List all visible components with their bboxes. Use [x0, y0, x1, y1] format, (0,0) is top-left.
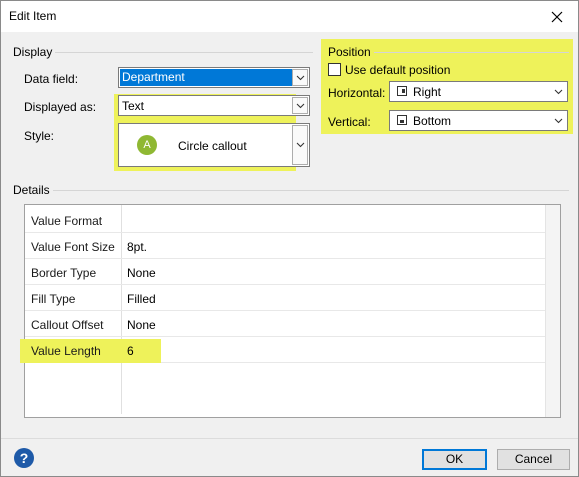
- align-right-icon: [397, 86, 407, 96]
- use-default-position-checkbox[interactable]: [328, 63, 341, 76]
- property-value: Filled: [127, 292, 156, 306]
- chevron-down-icon: [296, 103, 304, 108]
- align-bottom-icon: [397, 115, 407, 125]
- displayed-as-combo[interactable]: Text: [118, 95, 310, 116]
- data-field-value: Department: [120, 69, 292, 86]
- data-field-label: Data field:: [24, 72, 79, 86]
- help-button[interactable]: ?: [14, 448, 34, 468]
- chevron-down-icon: [296, 75, 304, 80]
- grid-scrollbar[interactable]: [545, 205, 560, 417]
- grid-row-value-length[interactable]: Value Length 6: [20, 337, 546, 363]
- close-button[interactable]: [542, 2, 572, 31]
- chevron-down-icon: [554, 118, 562, 123]
- style-dropdown-button[interactable]: [292, 125, 308, 165]
- property-value: None: [127, 266, 156, 280]
- vertical-value: Bottom: [413, 114, 452, 128]
- horizontal-dropdown-button[interactable]: [550, 83, 566, 100]
- vertical-dropdown-button[interactable]: [550, 112, 566, 129]
- property-value: 8pt.: [127, 240, 148, 254]
- chevron-down-icon: [296, 142, 304, 148]
- display-group-label: Display: [13, 45, 53, 59]
- chevron-down-icon: [554, 89, 562, 94]
- property-name: Value Format: [31, 214, 103, 228]
- details-grid: Value Format Value Font Size 8pt. Border…: [20, 204, 561, 418]
- horizontal-label: Horizontal:: [328, 86, 386, 100]
- position-group-label: Position: [328, 45, 371, 59]
- grid-row-fill-type[interactable]: Fill Type Filled: [25, 285, 546, 311]
- displayed-as-value: Text: [122, 99, 145, 113]
- edit-item-dialog: Edit Item Display Data field: Department…: [0, 0, 579, 477]
- ok-button[interactable]: OK: [422, 449, 487, 470]
- footer-divider: [1, 438, 578, 439]
- grid-row-value-format[interactable]: Value Format: [25, 207, 546, 233]
- title-bar: Edit Item: [1, 1, 578, 32]
- details-group-line: [53, 190, 569, 191]
- window-title: Edit Item: [9, 9, 57, 23]
- property-name: Border Type: [31, 266, 97, 280]
- details-group-label: Details: [13, 183, 50, 197]
- property-value: 6: [127, 344, 134, 358]
- property-name: Callout Offset: [31, 318, 104, 332]
- style-value: Circle callout: [178, 139, 247, 153]
- property-name: Value Font Size: [31, 240, 115, 254]
- grid-row-border-type[interactable]: Border Type None: [25, 259, 546, 285]
- property-name: Fill Type: [31, 292, 76, 306]
- style-badge: A: [137, 135, 157, 155]
- style-combo[interactable]: A Circle callout: [118, 123, 310, 167]
- property-name: Value Length: [31, 344, 101, 358]
- display-group-line: [55, 52, 313, 53]
- data-field-combo[interactable]: Department: [118, 67, 310, 88]
- horizontal-combo[interactable]: Right: [389, 81, 568, 102]
- horizontal-value: Right: [413, 85, 442, 99]
- grid-row-value-font-size[interactable]: Value Font Size 8pt.: [25, 233, 546, 259]
- displayed-as-dropdown-button[interactable]: [292, 97, 308, 114]
- close-icon: [551, 11, 563, 22]
- grid-row-callout-offset[interactable]: Callout Offset None: [25, 311, 546, 337]
- style-label: Style:: [24, 129, 55, 143]
- vertical-label: Vertical:: [328, 115, 371, 129]
- property-value: None: [127, 318, 156, 332]
- data-field-dropdown-button[interactable]: [292, 69, 308, 86]
- use-default-position-label: Use default position: [345, 63, 451, 77]
- displayed-as-label: Displayed as:: [24, 100, 97, 114]
- cancel-button[interactable]: Cancel: [497, 449, 570, 470]
- position-group-line: [374, 52, 569, 53]
- vertical-combo[interactable]: Bottom: [389, 110, 568, 131]
